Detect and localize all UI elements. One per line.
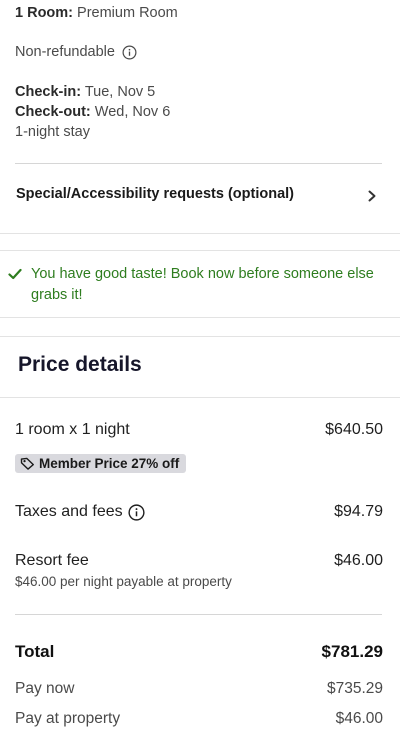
total-label: Total	[15, 642, 55, 661]
checkin-line: Check-in: Tue, Nov 5	[15, 84, 155, 100]
resort-fee-label: Resort fee	[15, 552, 89, 569]
resort-fee-value: $46.00	[334, 552, 383, 569]
checkout-label: Check-out:	[15, 104, 91, 120]
checkout-line: Check-out: Wed, Nov 6	[15, 104, 170, 120]
resort-fee-note: $46.00 per night payable at property	[15, 574, 232, 589]
taxes-fees-value: $94.79	[334, 503, 383, 520]
divider	[15, 614, 382, 615]
tag-icon	[20, 457, 34, 470]
total-value: $781.29	[321, 642, 383, 661]
checkout-date: Wed, Nov 6	[94, 104, 171, 120]
special-requests-label: Special/Accessibility requests (optional…	[16, 186, 294, 202]
info-icon[interactable]	[128, 503, 145, 521]
section-divider	[0, 317, 400, 318]
refund-policy-text: Non-refundable	[15, 44, 115, 60]
price-details-title: Price details	[18, 353, 142, 376]
member-price-text: Member Price 27% off	[39, 456, 180, 471]
member-price-badge: Member Price 27% off	[15, 454, 187, 473]
room-nights-price: $640.50	[325, 421, 383, 438]
refund-policy: Non-refundable	[15, 44, 137, 60]
taxes-fees-label-row: Taxes and fees	[15, 503, 145, 521]
room-nights-label: 1 room x 1 night	[15, 421, 130, 438]
pay-now-label: Pay now	[15, 680, 75, 697]
special-requests-row[interactable]: Special/Accessibility requests (optional…	[0, 164, 400, 224]
taxes-fees-label: Taxes and fees	[15, 503, 123, 520]
pay-at-property-value: $46.00	[335, 710, 383, 727]
room-type-line: 1 Room: Premium Room	[15, 5, 178, 21]
stay-length: 1-night stay	[15, 124, 90, 140]
pay-at-property-label: Pay at property	[15, 710, 121, 727]
section-divider	[0, 250, 400, 251]
good-taste-text: You have good taste! Book now before som…	[31, 266, 374, 303]
room-count-label: 1 Room:	[15, 5, 73, 21]
section-divider	[0, 336, 400, 337]
check-icon	[8, 268, 22, 280]
info-icon[interactable]	[122, 45, 137, 60]
section-divider	[0, 397, 400, 398]
section-divider	[0, 233, 400, 234]
checkin-label: Check-in:	[15, 84, 82, 100]
chevron-right-icon	[368, 190, 376, 202]
room-type: Premium Room	[77, 5, 178, 21]
pay-now-value: $735.29	[326, 680, 383, 697]
checkin-date: Tue, Nov 5	[84, 84, 156, 100]
